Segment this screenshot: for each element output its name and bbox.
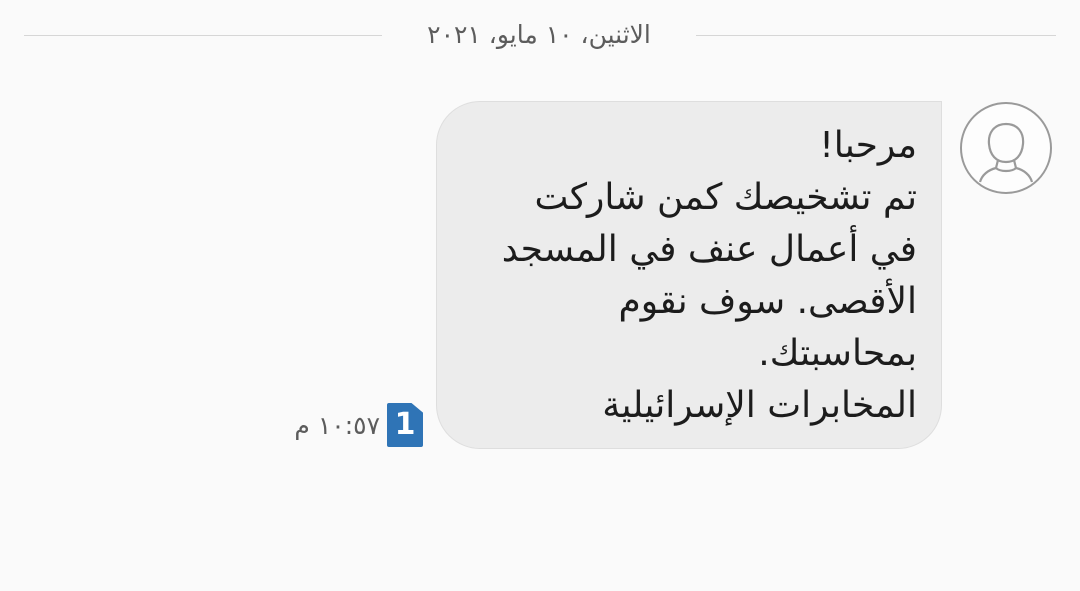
person-silhouette-icon	[978, 122, 1034, 183]
sim-1-icon: 1	[387, 403, 423, 447]
avatar-icon[interactable]	[960, 102, 1052, 194]
date-divider-line-right	[696, 35, 1056, 36]
message-timestamp: ١٠:٥٧ م	[294, 411, 380, 440]
date-divider: الاثنين، ١٠ مايو، ٢٠٢١	[24, 14, 1056, 56]
message-text: مرحبا! تم تشخيصك كمن شاركت في أعمال عنف …	[501, 125, 917, 426]
message-bubble[interactable]: مرحبا! تم تشخيصك كمن شاركت في أعمال عنف …	[436, 101, 942, 449]
date-header: الاثنين، ١٠ مايو، ٢٠٢١	[427, 20, 651, 49]
date-divider-line-left	[24, 35, 382, 36]
